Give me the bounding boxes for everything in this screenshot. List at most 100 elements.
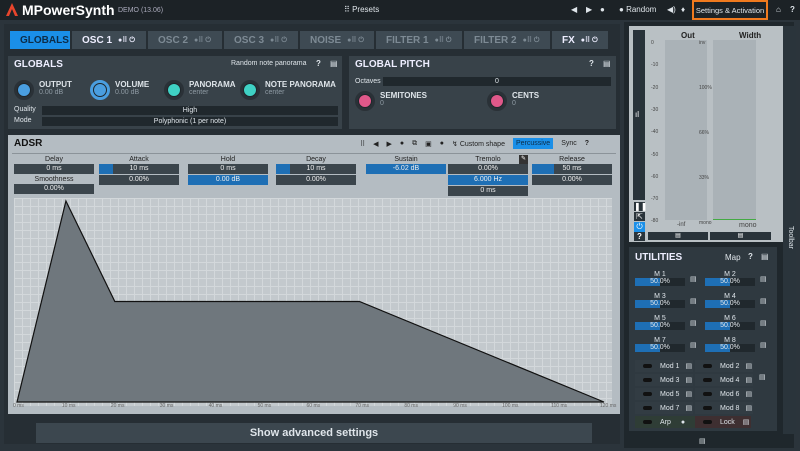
out-menu-button[interactable]: ▤ — [648, 232, 708, 240]
menu-icon[interactable]: ▤ — [760, 297, 767, 305]
help-button[interactable]: ? — [316, 59, 321, 68]
menu-icon[interactable]: ▤ — [330, 59, 338, 68]
param-value-slider-2[interactable]: 6.000 Hz — [448, 175, 528, 185]
next-icon[interactable]: ▶ — [387, 140, 392, 148]
mod-7[interactable]: Mod 7 ▤ — [635, 402, 693, 414]
menu-icon[interactable]: ▤ — [761, 252, 769, 261]
mod-5[interactable]: Mod 5 ▤ — [635, 388, 693, 400]
power-icon[interactable]: ●⠿ ⏻ — [435, 36, 452, 45]
mod-6[interactable]: Mod 6 ▤ — [695, 388, 753, 400]
power-icon[interactable]: ●⠿ ⏻ — [118, 36, 135, 45]
macro-slider[interactable]: 50.0% — [635, 300, 685, 308]
power-icon[interactable]: ●⠿ ⏻ — [270, 36, 287, 45]
arp-button[interactable]: Arp ● — [635, 416, 695, 428]
next-preset-icon[interactable]: ▶ — [586, 5, 592, 14]
menu-icon[interactable]: ▤ — [690, 341, 697, 349]
param-value-slider[interactable]: 0.00% — [448, 164, 528, 174]
power-icon[interactable]: ⏻ — [634, 222, 645, 232]
param-value-slider[interactable]: 10 ms — [99, 164, 179, 174]
macro-slider[interactable]: 50.0% — [635, 278, 685, 286]
menu-icon[interactable]: ▤ — [745, 362, 752, 370]
macro-slider[interactable]: 50.0% — [705, 322, 755, 330]
show-advanced-settings-button[interactable]: Show advanced settings — [36, 423, 592, 443]
width-menu-button[interactable]: ▤ — [710, 232, 771, 240]
cents-knob[interactable]: CENTS 0 — [487, 91, 539, 111]
menu-icon[interactable]: ▤ — [743, 418, 750, 426]
preset-menu-icon[interactable]: ● — [600, 5, 605, 14]
prev-icon[interactable]: ◀ — [373, 140, 378, 148]
power-icon[interactable]: ●⠿ ⏻ — [347, 36, 364, 45]
toolbar-side[interactable]: Toolbar — [783, 26, 796, 434]
bars-icon[interactable]: ıl — [635, 110, 639, 119]
settings-activation-button[interactable]: Settings & Activation — [692, 0, 768, 20]
macro-slider[interactable]: 50.0% — [705, 278, 755, 286]
param-value-slider[interactable]: 0 ms — [14, 164, 94, 174]
percussive-button[interactable]: Percussive — [512, 138, 554, 149]
grid-icon[interactable]: ⠿ — [360, 140, 365, 148]
mod-menu-icon[interactable]: ▤ — [759, 373, 766, 381]
semitones-knob[interactable]: SEMITONES 0 — [355, 91, 427, 111]
macro-4[interactable]: M 4 50.0% ▤ — [705, 293, 771, 312]
paste-icon[interactable]: ▣ — [425, 140, 432, 148]
menu-icon[interactable]: ▤ — [745, 390, 752, 398]
menu-dot-icon[interactable]: ● — [400, 140, 404, 147]
menu-icon[interactable]: ▤ — [685, 390, 692, 398]
param-value-slider-2[interactable]: 0.00% — [99, 175, 179, 185]
tuning-icon[interactable]: ♦ — [681, 5, 685, 14]
envelope-graph[interactable] — [14, 198, 612, 406]
tab-globals[interactable]: GLOBALS — [10, 31, 70, 49]
macro-1[interactable]: M 1 50.0% ▤ — [635, 271, 701, 290]
wrench-icon[interactable]: ✎ — [519, 155, 528, 164]
octaves-select[interactable]: 0 — [383, 77, 611, 86]
mod-4[interactable]: Mod 4 ▤ — [695, 374, 753, 386]
menu-icon[interactable]: ▤ — [690, 297, 697, 305]
pause-icon[interactable]: ❚❚ — [634, 202, 647, 211]
menu-icon[interactable]: ▤ — [603, 59, 611, 68]
tab-osc2[interactable]: OSC 2 ●⠿ ⏻ — [148, 31, 222, 49]
menu-icon[interactable]: ▤ — [760, 341, 767, 349]
panorama-knob[interactable]: PANORAMA center — [164, 80, 240, 100]
expand-icon[interactable]: ▤ — [699, 437, 706, 445]
macro-slider[interactable]: 50.0% — [705, 300, 755, 308]
menu-icon[interactable]: ▤ — [685, 404, 692, 412]
tab-fx[interactable]: FX ●⠿ ⏻ — [552, 31, 608, 49]
arp-settings-icon[interactable]: ● — [681, 419, 685, 426]
speaker-icon[interactable]: ◀) — [667, 5, 676, 14]
custom-shape-button[interactable]: ↯ Custom shape — [452, 140, 505, 148]
home-icon[interactable]: ⌂ — [776, 5, 781, 14]
macro-7[interactable]: M 7 50.0% ▤ — [635, 337, 701, 356]
param-value-slider-3[interactable]: 0 ms — [448, 186, 528, 196]
param-value-slider[interactable]: 50 ms — [532, 164, 612, 174]
mod-1[interactable]: Mod 1 ▤ — [635, 360, 693, 372]
copy-icon[interactable]: ⧉ — [412, 140, 417, 148]
power-icon[interactable]: ●⠿ ⏻ — [194, 36, 211, 45]
help-button[interactable]: ? — [589, 59, 594, 68]
menu-icon[interactable]: ▤ — [745, 376, 752, 384]
lock-button[interactable]: Lock ▤ — [695, 416, 751, 428]
quality-select[interactable]: High — [42, 106, 338, 115]
macro-slider[interactable]: 50.0% — [635, 344, 685, 352]
param-value-slider[interactable]: -6.02 dB — [366, 164, 446, 174]
menu-icon[interactable]: ▤ — [760, 275, 767, 283]
macro-8[interactable]: M 8 50.0% ▤ — [705, 337, 771, 356]
prev-preset-icon[interactable]: ◀ — [571, 5, 577, 14]
menu-icon[interactable]: ▤ — [760, 319, 767, 327]
volume-knob[interactable]: VOLUME 0.00 dB — [90, 80, 164, 100]
macro-slider[interactable]: 50.0% — [705, 344, 755, 352]
tab-filter1[interactable]: FILTER 1 ●⠿ ⏻ — [376, 31, 462, 49]
presets-button[interactable]: ⠿ Presets — [344, 5, 379, 14]
mod-3[interactable]: Mod 3 ▤ — [635, 374, 693, 386]
tab-osc3[interactable]: OSC 3 ●⠿ ⏻ — [224, 31, 298, 49]
menu-icon[interactable]: ▤ — [690, 319, 697, 327]
tab-noise[interactable]: NOISE ●⠿ ⏻ — [300, 31, 374, 49]
param-value-slider-2[interactable]: 0.00% — [532, 175, 612, 185]
menu-icon[interactable]: ▤ — [745, 404, 752, 412]
param-value-slider-2[interactable]: 0.00% — [276, 175, 356, 185]
macro-2[interactable]: M 2 50.0% ▤ — [705, 271, 771, 290]
mod-8[interactable]: Mod 8 ▤ — [695, 402, 753, 414]
help-button[interactable]: ? — [585, 140, 589, 147]
menu-icon[interactable]: ▤ — [685, 362, 692, 370]
envelope-shape[interactable] — [16, 199, 605, 403]
param-value-slider-2[interactable]: 0.00 dB — [188, 175, 268, 185]
macro-3[interactable]: M 3 50.0% ▤ — [635, 293, 701, 312]
